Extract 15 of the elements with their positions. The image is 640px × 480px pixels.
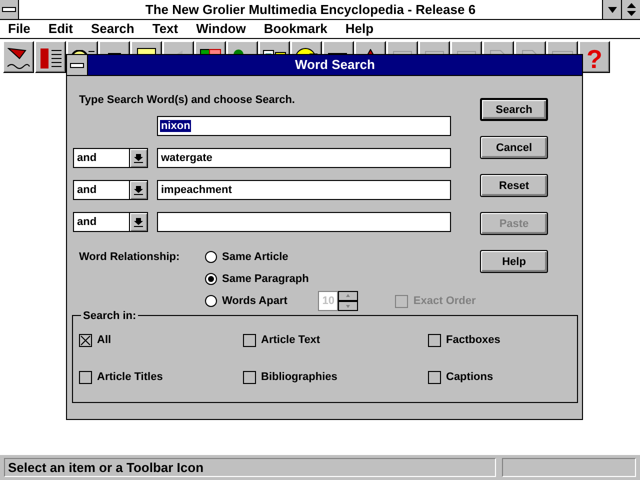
option-label: Captions — [446, 371, 494, 383]
option-label: Article Text — [261, 334, 320, 346]
option-label: Same Paragraph — [222, 273, 309, 285]
option-label: All — [97, 334, 112, 346]
dialog-title: Word Search — [88, 55, 582, 75]
option-label: Factboxes — [446, 334, 500, 346]
option-label: Same Article — [222, 251, 288, 263]
option-label: Exact Order — [413, 295, 476, 307]
option-label: Bibliographies — [261, 371, 338, 383]
relationship-label: Word Relationship: — [78, 250, 181, 265]
window-title: The New Grolier Multimedia Encyclopedia - Release 6 — [144, 1, 477, 19]
instruction-text: Type Search Word(s) and choose Search. — [79, 93, 296, 108]
option-label: Article Titles — [97, 371, 163, 383]
option-label: Words Apart — [222, 295, 288, 307]
status-message: Select an item or a Toolbar Icon — [4, 458, 496, 477]
